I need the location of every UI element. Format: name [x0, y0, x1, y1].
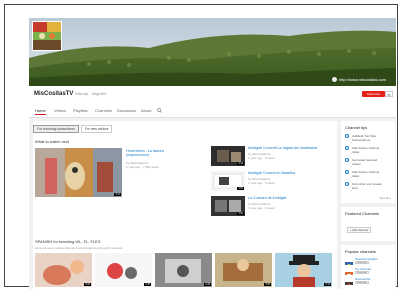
banner-website-link[interactable]: http://www.miscositas.com: [332, 77, 386, 82]
section-title-what-to-watch: What to watch next: [35, 139, 70, 144]
video-thumbnail-3[interactable]: 1:20: [211, 196, 245, 216]
screenshot-frame: http://www.miscositas.com MisCositasTV V…: [4, 4, 398, 289]
video-1-title[interactable]: Ambigati Crocenti La Jagata del madelach…: [248, 146, 336, 150]
channel-banner: http://www.miscositas.com: [29, 18, 396, 86]
tab-home[interactable]: Home: [35, 108, 46, 115]
featured-video-stats: 1 year ago · 7,880 views: [126, 165, 159, 169]
featured-video-thumbnail[interactable]: 3:17: [35, 148, 122, 197]
playlist-video-thumbnail-1[interactable]: 5:20: [35, 253, 92, 287]
subscribe-button[interactable]: Subscribe: [355, 271, 369, 274]
channel-tips-panel: Channel tips Add/Edit YouTube Subscripti…: [341, 121, 395, 203]
channel-avatar[interactable]: [32, 21, 62, 51]
website-icon: [332, 77, 338, 82]
popular-channels-title: Popular channels: [345, 249, 376, 254]
audience-subtabs: For returning subscribers For new visito…: [33, 125, 114, 133]
main-content: For returning subscribers For new visito…: [33, 121, 337, 289]
video-thumbnail-1[interactable]: 2:43: [211, 146, 245, 166]
tab-channels[interactable]: Channels: [95, 108, 112, 113]
playlist-duration-5: 2:14: [324, 283, 331, 286]
avatar[interactable]: [345, 267, 353, 275]
playlist-video-thumbnail-5[interactable]: 2:14: [275, 253, 332, 287]
tip-item-5[interactable]: Find other one Creator Hub: [352, 182, 386, 190]
playlist-duration-3: 2:28: [204, 283, 211, 286]
playlist-duration-1: 5:20: [84, 283, 91, 286]
youtube-channel-page: http://www.miscositas.com MisCositasTV V…: [29, 18, 396, 289]
tip-icon: [345, 134, 349, 138]
popular-channel-item[interactable]: discoveriNL Subscribe: [345, 277, 393, 286]
popular-channels-panel: Popular channels SuperHeroFights Subscri…: [341, 245, 395, 289]
video-3-duration: 1:20: [237, 212, 244, 215]
avatar[interactable]: [345, 257, 353, 265]
featured-duration: 3:17: [114, 193, 121, 196]
channel-nav-tabs: Home Videos Playlists Channels Discussio…: [29, 105, 396, 118]
add-channels-button[interactable]: + Add channels: [347, 227, 371, 233]
video-2-stats: 1 year ago · 0 views: [248, 181, 275, 185]
subscribe-button[interactable]: Subscribe: [362, 91, 385, 97]
tip-icon: [345, 182, 349, 186]
channel-title: MisCositasTV: [34, 91, 74, 97]
popular-channel-item[interactable]: SuperHeroFights Subscribe: [345, 257, 393, 266]
playlist-video-thumbnail-4[interactable]: 3:05: [215, 253, 272, 287]
tab-playlists[interactable]: Playlists: [73, 108, 88, 113]
channel-meta-2[interactable]: Seguidi ▾: [92, 92, 106, 96]
tip-item-4[interactable]: Add custom channel trailer: [352, 170, 386, 178]
video-2-duration: 1:52: [237, 187, 244, 190]
view-all-link[interactable]: View all »: [379, 196, 391, 200]
video-thumbnail-2[interactable]: 1:52: [211, 171, 245, 191]
playlist-duration-2: 1:45: [144, 283, 151, 286]
subscribe-button[interactable]: Subscribe: [355, 281, 369, 284]
section-description: Here are some videos that are fun for be…: [35, 246, 124, 250]
video-1-stats: 1 year ago · 0 views: [248, 156, 275, 160]
video-3-stats: 1 year ago · 0 views: [248, 206, 275, 210]
channel-header: MisCositasTV Video tip Seguidi ▾ Subscri…: [29, 86, 396, 105]
website-link-text[interactable]: http://www.miscositas.com: [339, 77, 386, 82]
subtab-new-visitors[interactable]: For new visitors: [80, 125, 113, 133]
playlist-video-thumbnail-2[interactable]: 1:45: [95, 253, 152, 287]
playlist-duration-4: 3:05: [264, 283, 271, 286]
popular-channel-item[interactable]: Toy Monster Subscribe: [345, 267, 393, 276]
featured-channels-panel: Featured Channels + Add channels: [341, 207, 395, 241]
channel-meta-1[interactable]: Video tip: [75, 92, 88, 96]
playlist-video-thumbnail-3[interactable]: 2:28: [155, 253, 212, 287]
search-icon[interactable]: [157, 108, 162, 113]
tab-videos[interactable]: Videos: [54, 108, 66, 113]
tab-about[interactable]: About: [141, 108, 151, 113]
tip-icon: [345, 158, 349, 162]
video-2-title[interactable]: Ambigati Croceni en Madelka: [248, 171, 336, 175]
tip-icon: [345, 146, 349, 150]
featured-video-title[interactable]: Hoverbeam - La factura (exprencomm): [126, 149, 176, 157]
video-3-title[interactable]: La Cuchara de Ambigati: [248, 196, 336, 200]
banner-image: [29, 18, 396, 86]
subtab-returning[interactable]: For returning subscribers: [33, 125, 79, 133]
tip-item-3[interactable]: Get better featured videos: [352, 158, 386, 166]
channel-meta: Video tip Seguidi ▾: [75, 92, 106, 96]
tip-icon: [345, 170, 349, 174]
tab-discussion[interactable]: Discussion: [117, 108, 136, 113]
featured-channels-title: Featured Channels: [345, 211, 380, 216]
tip-item-2[interactable]: Add custom channel trailer: [352, 146, 386, 154]
subscribe-button[interactable]: Subscribe: [355, 261, 369, 264]
tip-item-1[interactable]: Add/Edit YouTube Subscriptions: [352, 134, 386, 142]
subscriber-count: 55: [385, 91, 393, 97]
avatar[interactable]: [345, 277, 353, 285]
channel-tips-title: Channel tips: [345, 125, 368, 130]
video-1-duration: 2:43: [237, 162, 244, 165]
section-title-spanish[interactable]: SPANISH for teaching WL, FL, FLES: [35, 239, 101, 244]
